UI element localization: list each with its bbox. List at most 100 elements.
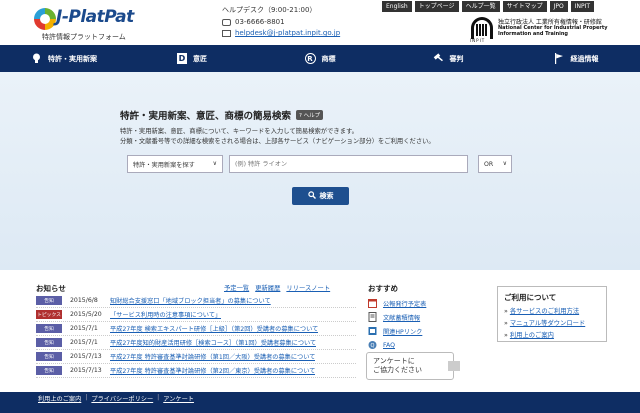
helpdesk-phone-row: 03-6666-8801 <box>222 18 362 26</box>
flag-icon <box>554 53 565 64</box>
toplink-help-list[interactable]: ヘルプ一覧 <box>461 1 500 12</box>
guide-item[interactable]: » 利用上のご案内 <box>504 330 600 339</box>
inpit-english-name: National Center for Industrial Property … <box>498 25 608 37</box>
operator-value: OR <box>484 160 494 168</box>
toplink-english[interactable]: English <box>382 1 412 12</box>
lightbulb-icon <box>31 53 42 64</box>
link-icon <box>368 327 377 335</box>
nav-trial-label: 審判 <box>449 54 464 63</box>
news-tag-badge: 告知 <box>36 324 62 333</box>
keyword-input[interactable] <box>229 155 468 173</box>
news-title-link[interactable]: 「サービス利用時の注意事項について」 <box>110 310 221 319</box>
calendar-icon <box>368 299 377 308</box>
news-list: 告知 2015/6/8 知財総合支援窓口「地域ブロック担当者」の募集についてトピック… <box>36 294 356 378</box>
news-row: 告知 2015/7/13 平成27年度 特許審査基準討論研修（第1回／大阪）受講者の… <box>36 350 356 364</box>
recommend-item-label: FAQ <box>383 341 395 349</box>
news-title-link[interactable]: 知財総合支援窓口「地域ブロック担当者」の募集について <box>110 296 271 305</box>
search-help-button[interactable]: ? ヘルプ <box>296 110 324 120</box>
logo-subtitle: 特許情報プラットフォーム <box>42 33 126 41</box>
news-tag-badge: 告知 <box>36 338 62 347</box>
news-title-link[interactable]: 平成27年度知的財産活用研修［検索コース］（第1回）受講者募集について <box>110 338 316 347</box>
news-date: 2015/7/13 <box>70 353 102 360</box>
search-button-label: 検索 <box>319 192 334 200</box>
news-title: お知らせ <box>36 284 66 293</box>
news-links: 予定一覧 更新履歴 リリースノート <box>224 283 330 292</box>
news-date: 2015/7/1 <box>70 339 98 346</box>
news-row: 告知 2015/7/1 平成27年度 検索エキスパート研修［上級］（第2回）受講者の… <box>36 322 356 336</box>
toplink-inpit[interactable]: INPIT <box>570 1 595 12</box>
news-title-link[interactable]: 平成27年度 特許審査基準討論研修（第2回／東京）受講者の募集について <box>110 366 315 375</box>
news-row: 告知 2015/6/8 知財総合支援窓口「地域ブロック担当者」の募集について <box>36 294 356 308</box>
news-date: 2015/7/1 <box>70 325 98 332</box>
recommend-item[interactable]: 関連HPリンク <box>368 324 488 338</box>
simple-search-panel: 特許・実用新案、意匠、商標の簡易検索 ? ヘルプ 特許・実用新案、意匠、商標につ… <box>0 72 640 270</box>
news-row: 告知 2015/7/1 平成27年度知的財産活用研修［検索コース］（第1回）受講者募… <box>36 336 356 350</box>
news-title-link[interactable]: 平成27年度 検索エキスパート研修［上級］（第2回）受講者の募集について <box>110 324 318 333</box>
top-links: English トップページ ヘルプ一覧 サイトマップ JPO INPIT <box>382 1 595 12</box>
mail-icon <box>222 29 231 37</box>
nav-patent-label: 特許・実用新案 <box>48 54 97 63</box>
search-button[interactable]: 検索 <box>292 187 349 205</box>
helpdesk-phone: 03-6666-8801 <box>235 18 285 26</box>
guide-item[interactable]: » 各サービスのご利用方法 <box>504 306 600 315</box>
nav-design[interactable]: D 意匠 <box>128 45 256 72</box>
site-header: J-PlatPat 特許情報プラットフォーム ヘルプデスク（9:00-21:00… <box>0 0 640 44</box>
survey-line2: ご協力ください <box>373 366 422 374</box>
logo-text: J-PlatPat <box>56 7 134 27</box>
document-icon <box>368 312 377 322</box>
info-section: お知らせ 予定一覧 更新履歴 リリースノート 告知 2015/6/8 知財総合支援窓… <box>0 270 640 392</box>
chevron-down-icon: ∨ <box>502 160 507 167</box>
guide-item[interactable]: » マニュアル等ダウンロード <box>504 318 600 327</box>
news-link-history[interactable]: 更新履歴 <box>255 283 280 292</box>
nav-patent[interactable]: 特許・実用新案 <box>0 45 128 72</box>
news-row: トピックス 2015/5/20 「サービス利用時の注意事項について」 <box>36 308 356 322</box>
phone-icon <box>222 18 231 26</box>
nav-progress[interactable]: 経過情報 <box>512 45 640 72</box>
toplink-top-page[interactable]: トップページ <box>414 1 459 12</box>
nav-trial[interactable]: 審判 <box>384 45 512 72</box>
nav-design-label: 意匠 <box>193 54 207 63</box>
news-tag-badge: 告知 <box>36 296 62 305</box>
recommend-item-label: 文献蓄積情報 <box>383 314 421 322</box>
helpdesk-info: ヘルプデスク（9:00-21:00） 03-6666-8801 helpdesk… <box>222 5 362 37</box>
nav-trademark-label: 商標 <box>321 54 336 63</box>
faq-icon: Q <box>368 341 377 349</box>
footer-separator: | <box>157 394 160 401</box>
main-nav: 特許・実用新案 D 意匠 R 商標 審判 経過情報 <box>0 45 640 72</box>
toplink-jpo[interactable]: JPO <box>549 1 568 12</box>
recommend-item[interactable]: 公報発行予定表 <box>368 296 488 310</box>
guide-item-label: 利用上のご案内 <box>509 332 554 339</box>
recommend-item[interactable]: Q FAQ <box>368 338 488 352</box>
news-link-schedule[interactable]: 予定一覧 <box>224 283 249 292</box>
helpdesk-title: ヘルプデスク（9:00-21:00） <box>222 6 317 14</box>
inpit-logo[interactable]: INPIT 独立行政法人 工業所有権情報・研修館 National Center… <box>470 16 638 43</box>
news-title-link[interactable]: 平成27年度 特許審査基準討論研修（第1回／大阪）受講者の募集について <box>110 352 315 361</box>
footer-separator: | <box>85 394 88 401</box>
nav-trademark[interactable]: R 商標 <box>256 45 384 72</box>
guide-title: ご利用について <box>504 293 557 302</box>
news-link-release-notes[interactable]: リリースノート <box>286 283 330 292</box>
trademark-r-icon: R <box>304 53 316 64</box>
news-date: 2015/6/8 <box>70 297 98 304</box>
usage-guide-box: ご利用について » 各サービスのご利用方法 » マニュアル等ダウンロード » 利… <box>497 286 607 342</box>
recommend-item[interactable]: 文献蓄積情報 <box>368 310 488 324</box>
operator-select[interactable]: OR ∨ <box>478 155 512 173</box>
chevron-down-icon: ∨ <box>212 160 217 167</box>
footer-link-privacy[interactable]: プライバシーポリシー <box>91 394 153 403</box>
search-desc-line1: 特許・実用新案、意匠、商標について、キーワードを入力して簡易検索ができます。 <box>120 128 358 135</box>
jplatpat-logo-mark <box>34 8 56 30</box>
helpdesk-email-link[interactable]: helpdesk@j-platpat.inpit.go.jp <box>235 29 340 37</box>
search-title: 特許・実用新案、意匠、商標の簡易検索 ? ヘルプ <box>120 108 324 122</box>
survey-line1: アンケートに <box>373 357 415 365</box>
nav-progress-label: 経過情報 <box>570 54 599 63</box>
footer-link-survey[interactable]: アンケート <box>163 394 194 403</box>
search-description: 特許・実用新案、意匠、商標について、キーワードを入力して簡易検索ができます。 分… <box>120 127 435 147</box>
search-type-select[interactable]: 特許・実用新案を探す ∨ <box>127 155 223 173</box>
toplink-sitemap[interactable]: サイトマップ <box>502 1 547 12</box>
pointer-icon <box>448 361 460 371</box>
gavel-icon <box>433 53 444 64</box>
design-d-icon: D <box>177 53 187 64</box>
footer-link-usage[interactable]: 利用上のご案内 <box>38 394 81 403</box>
jplatpat-logo[interactable]: J-PlatPat 特許情報プラットフォーム <box>34 6 144 42</box>
survey-banner[interactable]: アンケートに ご協力ください <box>366 352 460 380</box>
